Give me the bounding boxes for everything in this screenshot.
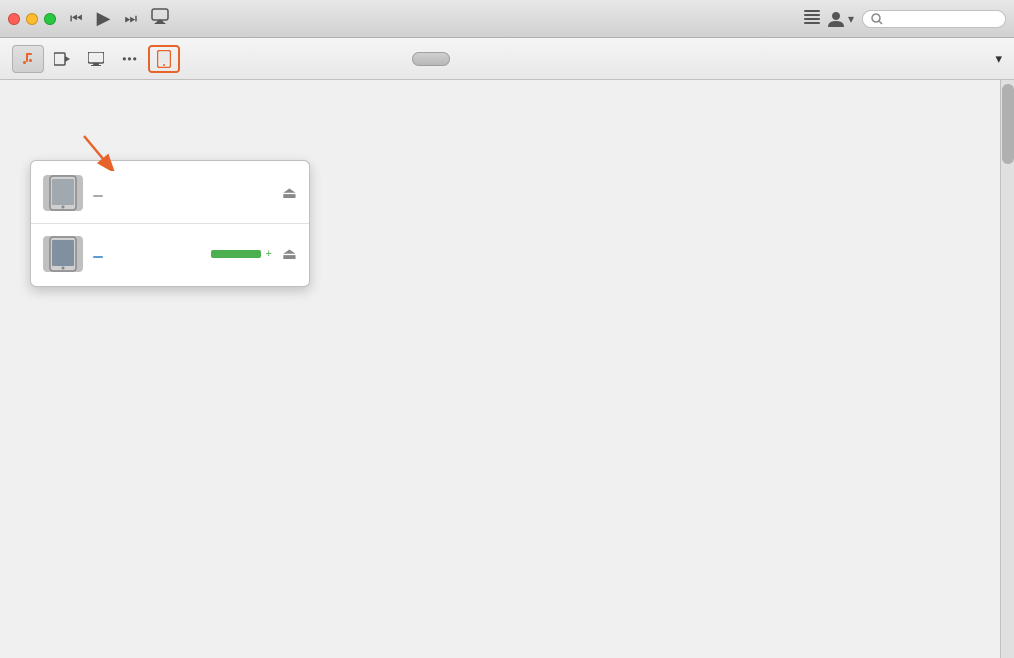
ipad-image-icon-2	[49, 236, 77, 272]
device-arrow-indicator	[79, 131, 119, 171]
nav-bar: ••• ▾	[0, 38, 1014, 80]
nav-tabs	[412, 52, 558, 66]
device-tag-josef	[93, 195, 103, 197]
device-nav-button[interactable]	[148, 45, 180, 73]
scrollbar[interactable]	[1000, 80, 1014, 658]
ipad-device-icon	[43, 175, 83, 211]
tab-my-music[interactable]	[412, 52, 450, 66]
list-view-button[interactable]	[804, 10, 820, 27]
search-box[interactable]	[862, 10, 1006, 28]
play-button[interactable]: ▶	[95, 6, 113, 31]
eject-button-thyviking[interactable]: ⏏	[282, 244, 297, 264]
user-account-button[interactable]: ▾	[828, 11, 854, 27]
eject-button-josef[interactable]: ⏏	[282, 183, 297, 203]
charging-icon: +	[265, 248, 271, 260]
device-item-thyviking[interactable]: + ⏏	[31, 228, 309, 280]
device-item-josef[interactable]: ⏏	[31, 167, 309, 219]
progress-fill	[211, 250, 261, 258]
film-icon	[54, 52, 70, 66]
video-nav-button[interactable]	[46, 45, 78, 73]
ipad-device-icon-2	[43, 236, 83, 272]
tab-itunes-store[interactable]	[522, 52, 558, 66]
main-content: ⏏ + ⏏	[0, 80, 1014, 658]
rewind-button[interactable]: ⏮	[68, 8, 85, 29]
device-progress: +	[207, 248, 271, 260]
ipad-icon	[157, 50, 171, 68]
title-bar-right: ▾	[804, 10, 1006, 28]
icon-bar: •••	[12, 45, 180, 73]
monitor-icon	[88, 52, 104, 66]
transport-controls: ⏮ ▶ ⏭	[68, 6, 139, 31]
sort-chevron-icon: ▾	[995, 51, 1002, 67]
maximize-button[interactable]	[44, 13, 56, 25]
search-input[interactable]	[887, 13, 997, 25]
minimize-button[interactable]	[26, 13, 38, 25]
device-info-josef	[93, 184, 272, 202]
close-button[interactable]	[8, 13, 20, 25]
progress-bar	[211, 250, 261, 258]
music-note-icon	[20, 51, 36, 67]
traffic-lights	[8, 13, 56, 25]
fast-forward-button[interactable]: ⏭	[122, 8, 139, 29]
tab-playlist[interactable]	[450, 52, 486, 66]
device-dropdown: ⏏ + ⏏	[30, 160, 310, 287]
title-bar: ⏮ ▶ ⏭ ▾	[0, 0, 1014, 38]
tv-nav-button[interactable]	[80, 45, 112, 73]
music-nav-button[interactable]	[12, 45, 44, 73]
device-tag-thyviking	[93, 256, 103, 258]
search-icon	[871, 13, 883, 25]
album-sort[interactable]: ▾	[991, 51, 1002, 67]
more-nav-button[interactable]: •••	[114, 45, 146, 73]
device-info-thyviking	[93, 245, 197, 263]
tab-match[interactable]	[486, 52, 522, 66]
ipad-image-icon	[49, 175, 77, 211]
dropdown-divider	[31, 223, 309, 224]
airplay-button[interactable]	[151, 8, 169, 29]
user-chevron-icon: ▾	[848, 12, 854, 26]
